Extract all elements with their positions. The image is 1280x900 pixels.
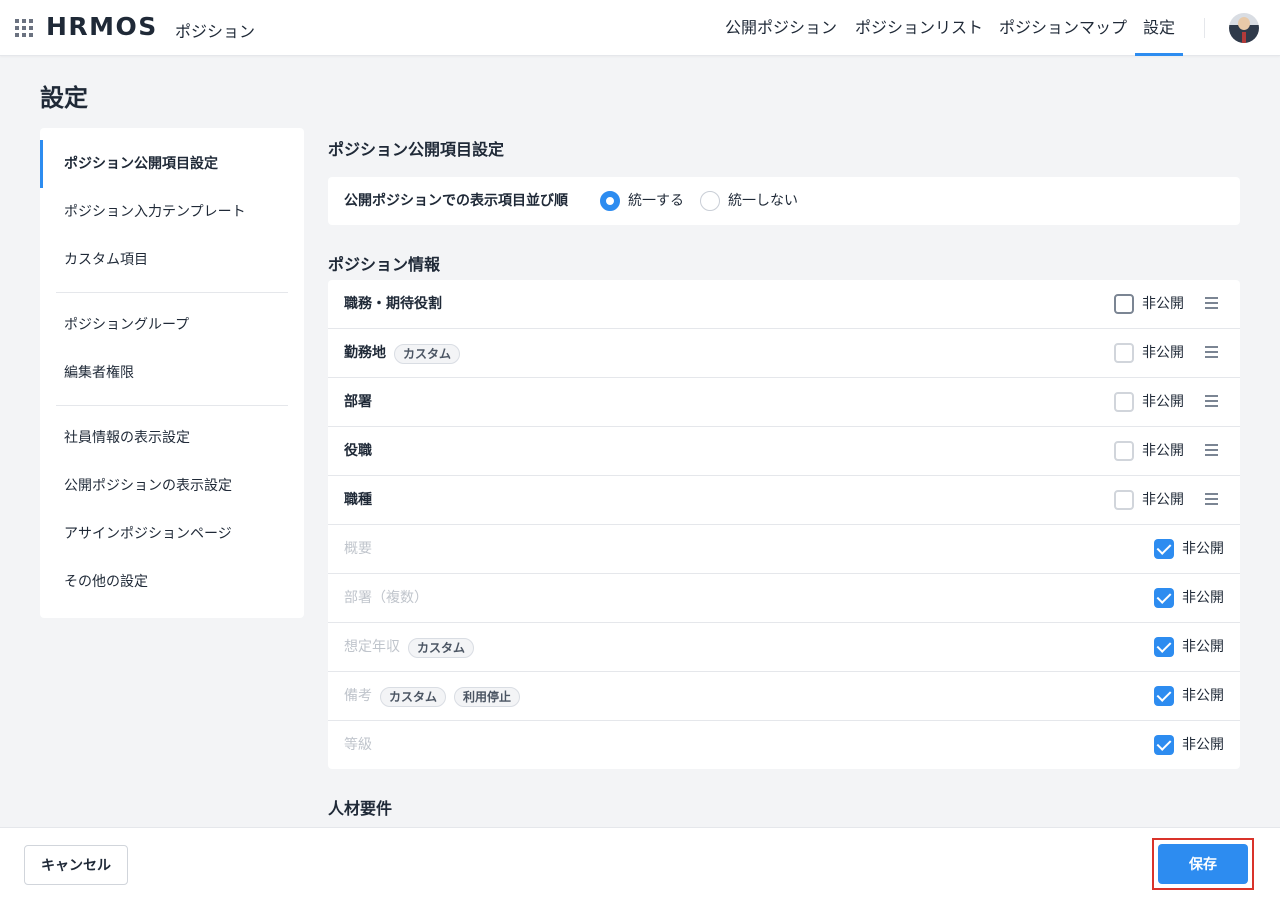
field-row-label: 備考 カスタム 利用停止 (344, 672, 521, 721)
hide-checkbox-label[interactable]: 非公開 (1142, 378, 1184, 427)
hide-checkbox-label[interactable]: 非公開 (1142, 280, 1184, 329)
field-row: 部署 非公開 (328, 378, 1240, 427)
side-item-custom-fields[interactable]: カスタム項目 (40, 236, 304, 284)
hide-checkbox[interactable] (1114, 343, 1134, 363)
hide-checkbox[interactable] (1154, 735, 1174, 755)
field-name: 部署（複数） (344, 590, 428, 606)
field-row: 役職 非公開 (328, 427, 1240, 476)
field-name: 想定年収 (344, 639, 400, 655)
field-row: 想定年収 カスタム 非公開 (328, 623, 1240, 672)
side-divider (56, 405, 288, 406)
talent-requirements-title: 人材要件 (328, 799, 393, 818)
field-row-label: 職務・期待役割 (344, 280, 442, 329)
side-item-other-settings[interactable]: その他の設定 (40, 558, 304, 606)
field-row-label: 等級 (344, 721, 372, 770)
nav-public-positions[interactable]: 公開ポジション (725, 0, 837, 56)
field-name: 部署 (344, 394, 372, 410)
settings-side-menu: ポジション公開項目設定 ポジション入力テンプレート カスタム項目 ポジショングル… (40, 128, 304, 618)
field-tag: カスタム (394, 343, 461, 364)
field-row-label: 概要 (344, 525, 372, 574)
nav-position-map[interactable]: ポジションマップ (999, 0, 1127, 56)
radio-no-unify[interactable] (700, 191, 720, 211)
field-name: 概要 (344, 541, 372, 557)
field-tag: カスタム (408, 637, 475, 658)
drag-handle-icon[interactable] (1205, 444, 1218, 458)
order-setting-card: 公開ポジションでの表示項目並び順 統一する 統一しない (328, 177, 1240, 225)
section-title: ポジション公開項目設定 (328, 140, 505, 159)
field-row: 部署（複数） 非公開 (328, 574, 1240, 623)
app-name: ポジション (175, 22, 256, 41)
app-grid-icon[interactable] (15, 19, 33, 37)
field-row: 勤務地 カスタム 非公開 (328, 329, 1240, 378)
field-row-label: 部署 (344, 378, 372, 427)
drag-handle-icon[interactable] (1205, 297, 1218, 311)
field-row-label: 職種 (344, 476, 372, 525)
save-button[interactable]: 保存 (1158, 844, 1248, 884)
footer-bar: キャンセル 保存 (0, 827, 1280, 900)
side-item-public-display[interactable]: 公開ポジションの表示設定 (40, 462, 304, 510)
nav-settings[interactable]: 設定 (1134, 0, 1184, 56)
drag-handle-icon[interactable] (1205, 493, 1218, 507)
page-title: 設定 (40, 84, 88, 112)
hide-checkbox[interactable] (1114, 490, 1134, 510)
hide-checkbox-label[interactable]: 非公開 (1142, 476, 1184, 525)
field-name: 等級 (344, 737, 372, 753)
user-avatar[interactable] (1229, 13, 1259, 43)
nav-position-list[interactable]: ポジションリスト (855, 0, 983, 56)
hide-checkbox[interactable] (1114, 294, 1134, 314)
field-name: 備考 (344, 688, 372, 704)
hide-checkbox[interactable] (1114, 441, 1134, 461)
field-name: 勤務地 (344, 345, 386, 361)
side-item-assign-page[interactable]: アサインポジションページ (40, 510, 304, 558)
field-row: 等級 非公開 (328, 721, 1240, 770)
field-row: 概要 非公開 (328, 525, 1240, 574)
field-row-label: 役職 (344, 427, 372, 476)
side-divider (56, 292, 288, 293)
header-divider (1204, 18, 1205, 38)
side-item-position-group[interactable]: ポジショングループ (40, 301, 304, 349)
radio-unify[interactable] (600, 191, 620, 211)
drag-handle-icon[interactable] (1205, 346, 1218, 360)
field-row-label: 想定年収 カスタム (344, 623, 475, 672)
field-tag: カスタム (380, 686, 447, 707)
hide-checkbox[interactable] (1154, 637, 1174, 657)
position-info-card: 職務・期待役割 非公開 勤務地 カスタム 非公開 部署 非公開 役職 非公開 職種 非公開 概要 非公開… (328, 280, 1240, 769)
hide-checkbox-label[interactable]: 非公開 (1182, 525, 1224, 574)
hide-checkbox-label[interactable]: 非公開 (1182, 574, 1224, 623)
order-setting-label: 公開ポジションでの表示項目並び順 (344, 193, 568, 209)
hide-checkbox-label[interactable]: 非公開 (1182, 623, 1224, 672)
side-item-employee-display[interactable]: 社員情報の表示設定 (40, 414, 304, 462)
hide-checkbox[interactable] (1154, 686, 1174, 706)
radio-no-unify-label[interactable]: 統一しない (728, 177, 798, 225)
side-item-input-template[interactable]: ポジション入力テンプレート (40, 188, 304, 236)
hide-checkbox-label[interactable]: 非公開 (1182, 672, 1224, 721)
hrmos-logo[interactable]: HRMOS (46, 12, 158, 41)
hide-checkbox[interactable] (1154, 588, 1174, 608)
field-tag: 利用停止 (454, 686, 521, 707)
drag-handle-icon[interactable] (1205, 395, 1218, 409)
field-name: 職種 (344, 492, 372, 508)
cancel-button[interactable]: キャンセル (24, 845, 128, 885)
field-row-label: 部署（複数） (344, 574, 428, 623)
hide-checkbox[interactable] (1154, 539, 1174, 559)
position-info-title: ポジション情報 (328, 255, 441, 274)
field-row: 職種 非公開 (328, 476, 1240, 525)
radio-unify-label[interactable]: 統一する (628, 177, 684, 225)
field-row: 備考 カスタム 利用停止 非公開 (328, 672, 1240, 721)
hide-checkbox[interactable] (1114, 392, 1134, 412)
top-header: HRMOS ポジション 公開ポジション ポジションリスト ポジションマップ 設定 (0, 0, 1280, 56)
field-name: 役職 (344, 443, 372, 459)
field-row-label: 勤務地 カスタム (344, 329, 461, 378)
hide-checkbox-label[interactable]: 非公開 (1142, 427, 1184, 476)
hide-checkbox-label[interactable]: 非公開 (1182, 721, 1224, 770)
hide-checkbox-label[interactable]: 非公開 (1142, 329, 1184, 378)
field-row: 職務・期待役割 非公開 (328, 280, 1240, 329)
field-name: 職務・期待役割 (344, 296, 442, 312)
side-item-editor-permission[interactable]: 編集者権限 (40, 349, 304, 397)
side-item-public-fields[interactable]: ポジション公開項目設定 (40, 140, 304, 188)
